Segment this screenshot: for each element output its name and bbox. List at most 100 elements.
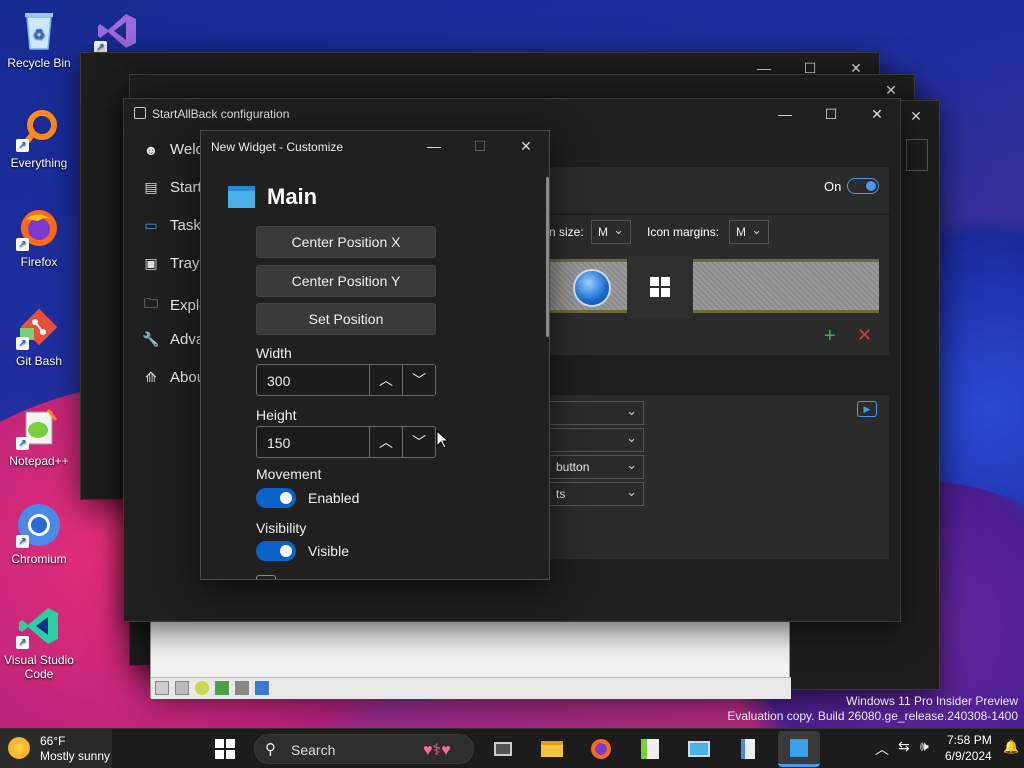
volume-icon[interactable]: 🕪	[920, 738, 929, 755]
desktop-icon-firefox[interactable]: ↗ Firefox	[0, 205, 78, 269]
movement-toggle-row[interactable]: Enabled	[256, 488, 359, 508]
maximize-icon[interactable]: ☐	[808, 99, 854, 129]
windows11-start-icon[interactable]	[627, 256, 693, 318]
search-label: Search	[291, 742, 336, 758]
nav-item-advanced[interactable]: 🔧 Adva	[142, 331, 204, 348]
desktop-icon-label: Git Bash	[15, 354, 63, 368]
desktop-icon-label: Recycle Bin	[7, 56, 71, 70]
center-position-x-button[interactable]: Center Position X	[256, 226, 436, 258]
movement-label: Movement	[256, 466, 322, 482]
setting-dropdown-3[interactable]: button	[549, 455, 644, 479]
weather-widget[interactable]: 66°F Mostly sunny	[0, 729, 112, 768]
height-label: Height	[256, 407, 297, 423]
section-title: Main	[267, 184, 318, 209]
remove-icon[interactable]: ✕	[857, 325, 872, 346]
width-spinner[interactable]: 300 ︿ ﹀	[256, 364, 436, 396]
on-label: On	[824, 179, 842, 194]
setting-dropdown-1[interactable]	[549, 401, 644, 425]
movement-toggle[interactable]	[256, 488, 296, 508]
icon-margins-label: Icon margins:	[647, 225, 720, 239]
file-explorer-icon[interactable]	[538, 735, 566, 763]
icon-margins-select[interactable]: M	[729, 220, 769, 244]
watermark-line-2: Evaluation copy. Build 26080.ge_release.…	[727, 709, 1018, 723]
toolbar-icon[interactable]	[175, 681, 189, 695]
height-value[interactable]: 150	[267, 435, 290, 451]
visibility-state: Visible	[308, 543, 349, 559]
desktop-icon-recycle-bin[interactable]: ♻ Recycle Bin	[0, 6, 78, 70]
shortcut-arrow-icon: ↗	[16, 337, 29, 350]
setting-dropdown-2[interactable]	[549, 428, 644, 452]
desktop-icon-git-bash[interactable]: ↗ Git Bash	[0, 304, 78, 368]
firefox-icon: ↗	[16, 205, 62, 251]
clock-time[interactable]: 7:58 PM	[947, 733, 992, 747]
firefox-taskbar-icon[interactable]	[587, 735, 615, 763]
checkbox[interactable]	[256, 575, 276, 579]
chevron-up-icon[interactable]: ︿	[369, 427, 402, 457]
folder-icon: 🗀	[144, 295, 158, 311]
chevron-down-icon[interactable]: ﹀	[402, 365, 435, 395]
network-icon[interactable]: ⇆	[898, 738, 910, 755]
windows7-orb-icon[interactable]	[573, 269, 611, 307]
chromium-icon: ↗	[16, 502, 62, 548]
nav-item-about[interactable]: ⟰ Abou	[142, 369, 205, 386]
start-button[interactable]	[211, 735, 239, 763]
visibility-label: Visibility	[256, 520, 307, 536]
desktop-icon-label: Everything	[10, 156, 68, 170]
toolbar-icon[interactable]	[235, 681, 249, 695]
minimize-icon[interactable]: —	[762, 99, 808, 129]
mouse-cursor-icon	[436, 430, 448, 449]
vscode-icon: ↗	[16, 603, 62, 649]
set-position-button[interactable]: Set Position	[256, 303, 436, 335]
search-icon: ⚲	[265, 741, 276, 758]
widget-app-icon[interactable]	[778, 731, 820, 767]
height-spinner[interactable]: 150 ︿ ﹀	[256, 426, 436, 458]
desktop-icon-visual-studio[interactable]: ↗	[78, 8, 156, 58]
center-position-y-button[interactable]: Center Position Y	[256, 265, 436, 297]
scrollbar[interactable]	[546, 177, 549, 337]
setting-dropdown-4[interactable]: ts	[549, 482, 644, 506]
everything-icon: ↗	[16, 106, 62, 152]
desktop-icon-everything[interactable]: ↗ Everything	[0, 106, 78, 170]
remote-desktop-icon[interactable]	[685, 735, 713, 763]
nav-item-start[interactable]: ▤ Start	[142, 179, 201, 196]
close-icon[interactable]: ✕	[503, 131, 549, 161]
visibility-toggle[interactable]	[256, 541, 296, 561]
task-view-icon[interactable]	[489, 735, 517, 763]
notification-icon[interactable]: 🔔	[1003, 739, 1019, 755]
widget-customize-window[interactable]: New Widget - Customize — ☐ ✕ Main Center…	[200, 130, 550, 580]
close-icon[interactable]: ✕	[854, 99, 900, 129]
chevron-up-icon[interactable]: ︿	[369, 365, 402, 395]
visibility-toggle-row[interactable]: Visible	[256, 541, 349, 561]
toolbar-icon[interactable]	[255, 681, 269, 695]
minimize-icon[interactable]: —	[411, 131, 457, 161]
desktop-icon-vscode[interactable]: ↗ Visual Studio Code	[0, 603, 78, 681]
notepad-plus-plus-taskbar-icon[interactable]	[636, 735, 664, 763]
desktop-icon-label: Notepad++	[9, 454, 69, 468]
nav-item-explorer[interactable]: 🗀 Explo	[142, 293, 208, 317]
desktop-icon-label: Chromium	[11, 552, 67, 566]
clock-date[interactable]: 6/9/2024	[945, 749, 992, 763]
notebook-icon[interactable]	[734, 735, 762, 763]
taskbar-icon: ▭	[144, 217, 158, 233]
toolbar-icon[interactable]	[195, 681, 209, 695]
icon-size-select[interactable]: M	[591, 220, 631, 244]
recycle-bin-icon: ♻	[16, 6, 62, 52]
chevron-down-icon[interactable]: ﹀	[402, 427, 435, 457]
window-folder-icon	[228, 186, 255, 208]
taskbar: 66°F Mostly sunny ⚲ Search ♥⚕♥ ︿ ⇆ 🕪 7:5…	[0, 728, 1024, 768]
width-label: Width	[256, 345, 292, 361]
enable-toggle[interactable]	[847, 178, 879, 194]
toolbar-icon[interactable]	[155, 681, 169, 695]
smile-icon: ☻	[143, 141, 159, 158]
git-bash-icon: ↗	[16, 304, 62, 350]
video-help-icon[interactable]: ▶	[857, 401, 877, 417]
nav-item-tray[interactable]: ▣ Tray i	[142, 255, 207, 272]
add-icon[interactable]: +	[824, 325, 836, 348]
width-value[interactable]: 300	[267, 373, 290, 389]
chevron-up-icon[interactable]: ︿	[875, 739, 889, 759]
desktop-icon-chromium[interactable]: ↗ Chromium	[0, 502, 78, 566]
taskbar-search-box[interactable]: ⚲ Search ♥⚕♥	[254, 734, 474, 764]
desktop-icon-notepad-plus-plus[interactable]: ↗ Notepad++	[0, 404, 78, 468]
toolbar-icon[interactable]	[215, 681, 229, 695]
shortcut-arrow-icon: ↗	[16, 535, 29, 548]
